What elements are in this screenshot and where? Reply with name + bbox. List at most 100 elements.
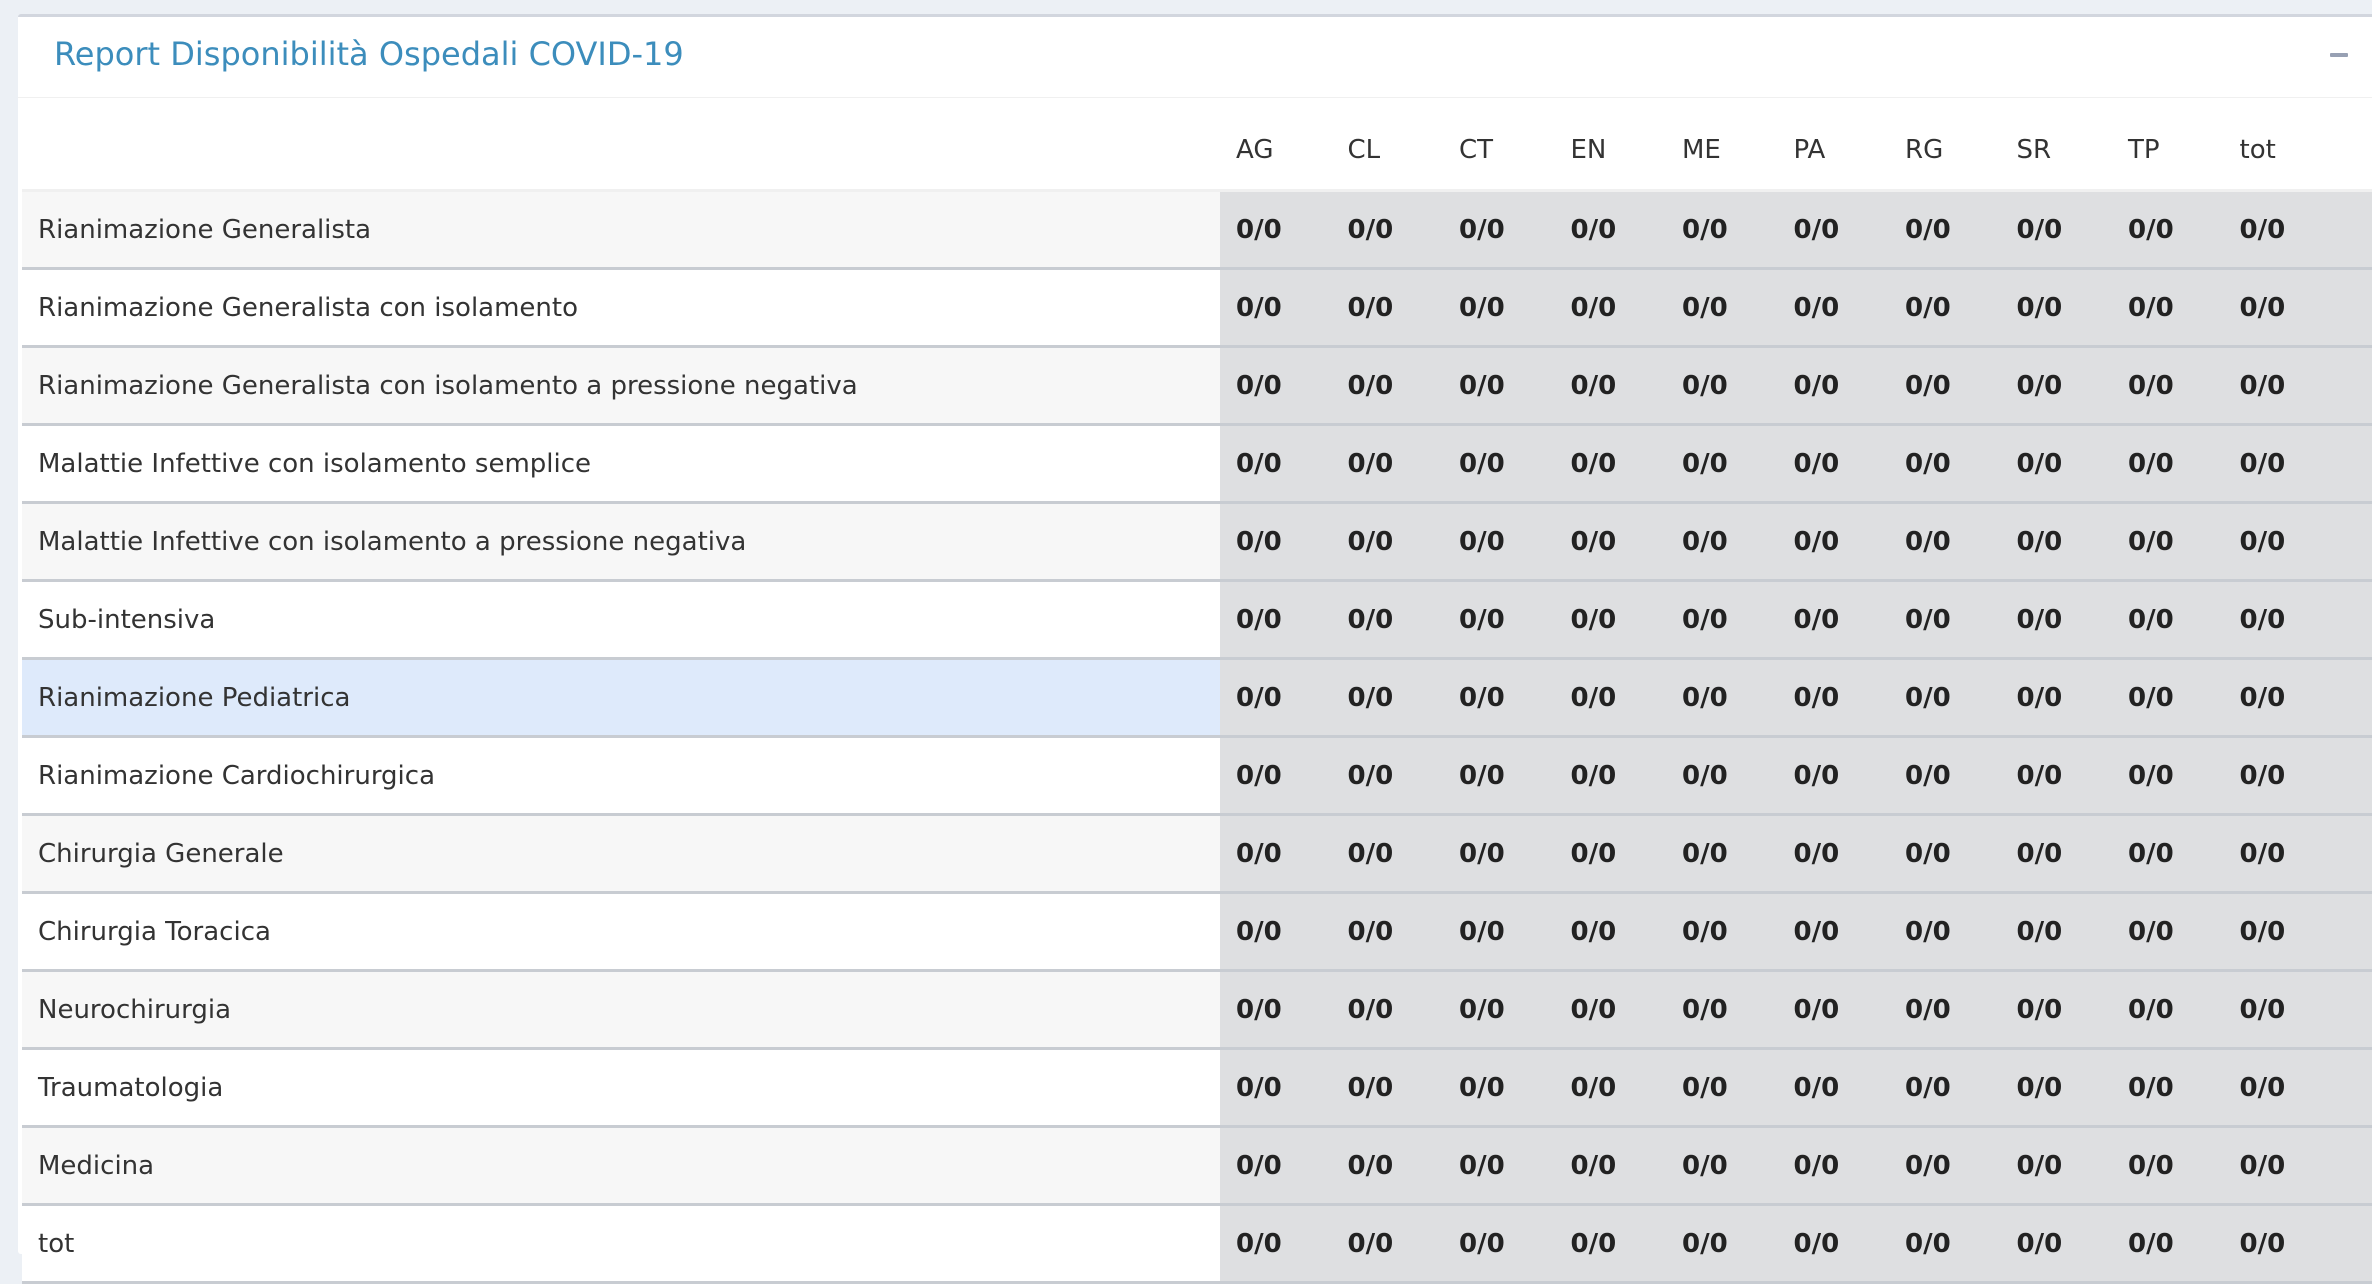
cell-ct: 0/0 <box>1443 581 1555 659</box>
cell-pa: 0/0 <box>1778 503 1890 581</box>
cell-ct: 0/0 <box>1443 737 1555 815</box>
column-header-rg: RG <box>1889 111 2001 191</box>
panel-title: Report Disponibilità Ospedali COVID-19 <box>54 35 684 73</box>
table-row[interactable]: Rianimazione Generalista con isolamento … <box>22 347 2372 425</box>
table-row[interactable]: Rianimazione Cardiochirurgica0/00/00/00/… <box>22 737 2372 815</box>
row-label: Rianimazione Pediatrica <box>22 659 1220 737</box>
cell-ct: 0/0 <box>1443 1127 1555 1205</box>
cell-cl: 0/0 <box>1332 737 1444 815</box>
row-label: Rianimazione Generalista con isolamento … <box>22 347 1220 425</box>
cell-me: 0/0 <box>1666 581 1778 659</box>
cell-ag: 0/0 <box>1220 503 1332 581</box>
cell-ag: 0/0 <box>1220 1127 1332 1205</box>
cell-me: 0/0 <box>1666 1205 1778 1283</box>
table-row[interactable]: Rianimazione Generalista0/00/00/00/00/00… <box>22 191 2372 269</box>
cell-pa: 0/0 <box>1778 1205 1890 1283</box>
cell-rg: 0/0 <box>1889 659 2001 737</box>
cell-pa: 0/0 <box>1778 347 1890 425</box>
cell-tot: 0/0 <box>2224 737 2332 815</box>
table-row[interactable]: Malattie Infettive con isolamento sempli… <box>22 425 2372 503</box>
cell-ct: 0/0 <box>1443 893 1555 971</box>
collapse-button[interactable] <box>2326 39 2354 71</box>
cell-sr: 0/0 <box>2001 815 2113 893</box>
row-label: Rianimazione Generalista con isolamento <box>22 269 1220 347</box>
cell-ag: 0/0 <box>1220 737 1332 815</box>
panel-header: Report Disponibilità Ospedali COVID-19 <box>18 17 2372 98</box>
cell-me: 0/0 <box>1666 347 1778 425</box>
cell-tot: 0/0 <box>2224 971 2332 1049</box>
cell-en: 0/0 <box>1555 971 1667 1049</box>
cell-spacer <box>2332 191 2372 269</box>
cell-spacer <box>2332 737 2372 815</box>
table-header: AGCLCTENMEPARGSRTPtot <box>22 111 2372 191</box>
cell-ag: 0/0 <box>1220 659 1332 737</box>
minus-icon <box>2330 53 2348 57</box>
cell-pa: 0/0 <box>1778 191 1890 269</box>
cell-en: 0/0 <box>1555 893 1667 971</box>
cell-ag: 0/0 <box>1220 347 1332 425</box>
cell-ct: 0/0 <box>1443 347 1555 425</box>
column-header-sr: SR <box>2001 111 2113 191</box>
cell-sr: 0/0 <box>2001 425 2113 503</box>
cell-ag: 0/0 <box>1220 1049 1332 1127</box>
cell-spacer <box>2332 581 2372 659</box>
cell-pa: 0/0 <box>1778 815 1890 893</box>
cell-en: 0/0 <box>1555 737 1667 815</box>
cell-tot: 0/0 <box>2224 191 2332 269</box>
column-header-cl: CL <box>1332 111 1444 191</box>
cell-sr: 0/0 <box>2001 1205 2113 1283</box>
cell-rg: 0/0 <box>1889 581 2001 659</box>
table-row[interactable]: Rianimazione Generalista con isolamento0… <box>22 269 2372 347</box>
cell-me: 0/0 <box>1666 1049 1778 1127</box>
row-label: Rianimazione Generalista <box>22 191 1220 269</box>
cell-en: 0/0 <box>1555 1205 1667 1283</box>
cell-me: 0/0 <box>1666 815 1778 893</box>
cell-tot: 0/0 <box>2224 1205 2332 1283</box>
cell-sr: 0/0 <box>2001 191 2113 269</box>
table-row[interactable]: Medicina0/00/00/00/00/00/00/00/00/00/0 <box>22 1127 2372 1205</box>
cell-ag: 0/0 <box>1220 269 1332 347</box>
cell-tot: 0/0 <box>2224 815 2332 893</box>
table-row[interactable]: Chirurgia Toracica0/00/00/00/00/00/00/00… <box>22 893 2372 971</box>
cell-tot: 0/0 <box>2224 347 2332 425</box>
table-row[interactable]: tot0/00/00/00/00/00/00/00/00/00/0 <box>22 1205 2372 1283</box>
cell-me: 0/0 <box>1666 971 1778 1049</box>
cell-spacer <box>2332 971 2372 1049</box>
cell-tot: 0/0 <box>2224 503 2332 581</box>
cell-sr: 0/0 <box>2001 737 2113 815</box>
row-label: Chirurgia Toracica <box>22 893 1220 971</box>
table-row[interactable]: Chirurgia Generale0/00/00/00/00/00/00/00… <box>22 815 2372 893</box>
cell-pa: 0/0 <box>1778 971 1890 1049</box>
cell-ag: 0/0 <box>1220 971 1332 1049</box>
cell-en: 0/0 <box>1555 425 1667 503</box>
cell-ag: 0/0 <box>1220 893 1332 971</box>
cell-ag: 0/0 <box>1220 425 1332 503</box>
cell-me: 0/0 <box>1666 425 1778 503</box>
report-table-container: AGCLCTENMEPARGSRTPtot Rianimazione Gener… <box>22 111 2372 1284</box>
cell-ct: 0/0 <box>1443 815 1555 893</box>
cell-en: 0/0 <box>1555 347 1667 425</box>
table-row[interactable]: Malattie Infettive con isolamento a pres… <box>22 503 2372 581</box>
column-header-spacer <box>2332 111 2372 191</box>
cell-rg: 0/0 <box>1889 1127 2001 1205</box>
cell-ct: 0/0 <box>1443 1049 1555 1127</box>
cell-spacer <box>2332 1205 2372 1283</box>
row-label: Sub-intensiva <box>22 581 1220 659</box>
cell-cl: 0/0 <box>1332 581 1444 659</box>
table-row[interactable]: Sub-intensiva0/00/00/00/00/00/00/00/00/0… <box>22 581 2372 659</box>
cell-ct: 0/0 <box>1443 191 1555 269</box>
column-header-me: ME <box>1666 111 1778 191</box>
cell-spacer <box>2332 503 2372 581</box>
cell-en: 0/0 <box>1555 581 1667 659</box>
cell-pa: 0/0 <box>1778 1049 1890 1127</box>
cell-cl: 0/0 <box>1332 893 1444 971</box>
table-row[interactable]: Neurochirurgia0/00/00/00/00/00/00/00/00/… <box>22 971 2372 1049</box>
cell-spacer <box>2332 1127 2372 1205</box>
table-row[interactable]: Rianimazione Pediatrica0/00/00/00/00/00/… <box>22 659 2372 737</box>
table-row[interactable]: Traumatologia0/00/00/00/00/00/00/00/00/0… <box>22 1049 2372 1127</box>
column-header-ct: CT <box>1443 111 1555 191</box>
cell-cl: 0/0 <box>1332 425 1444 503</box>
cell-pa: 0/0 <box>1778 1127 1890 1205</box>
cell-sr: 0/0 <box>2001 503 2113 581</box>
cell-tot: 0/0 <box>2224 581 2332 659</box>
